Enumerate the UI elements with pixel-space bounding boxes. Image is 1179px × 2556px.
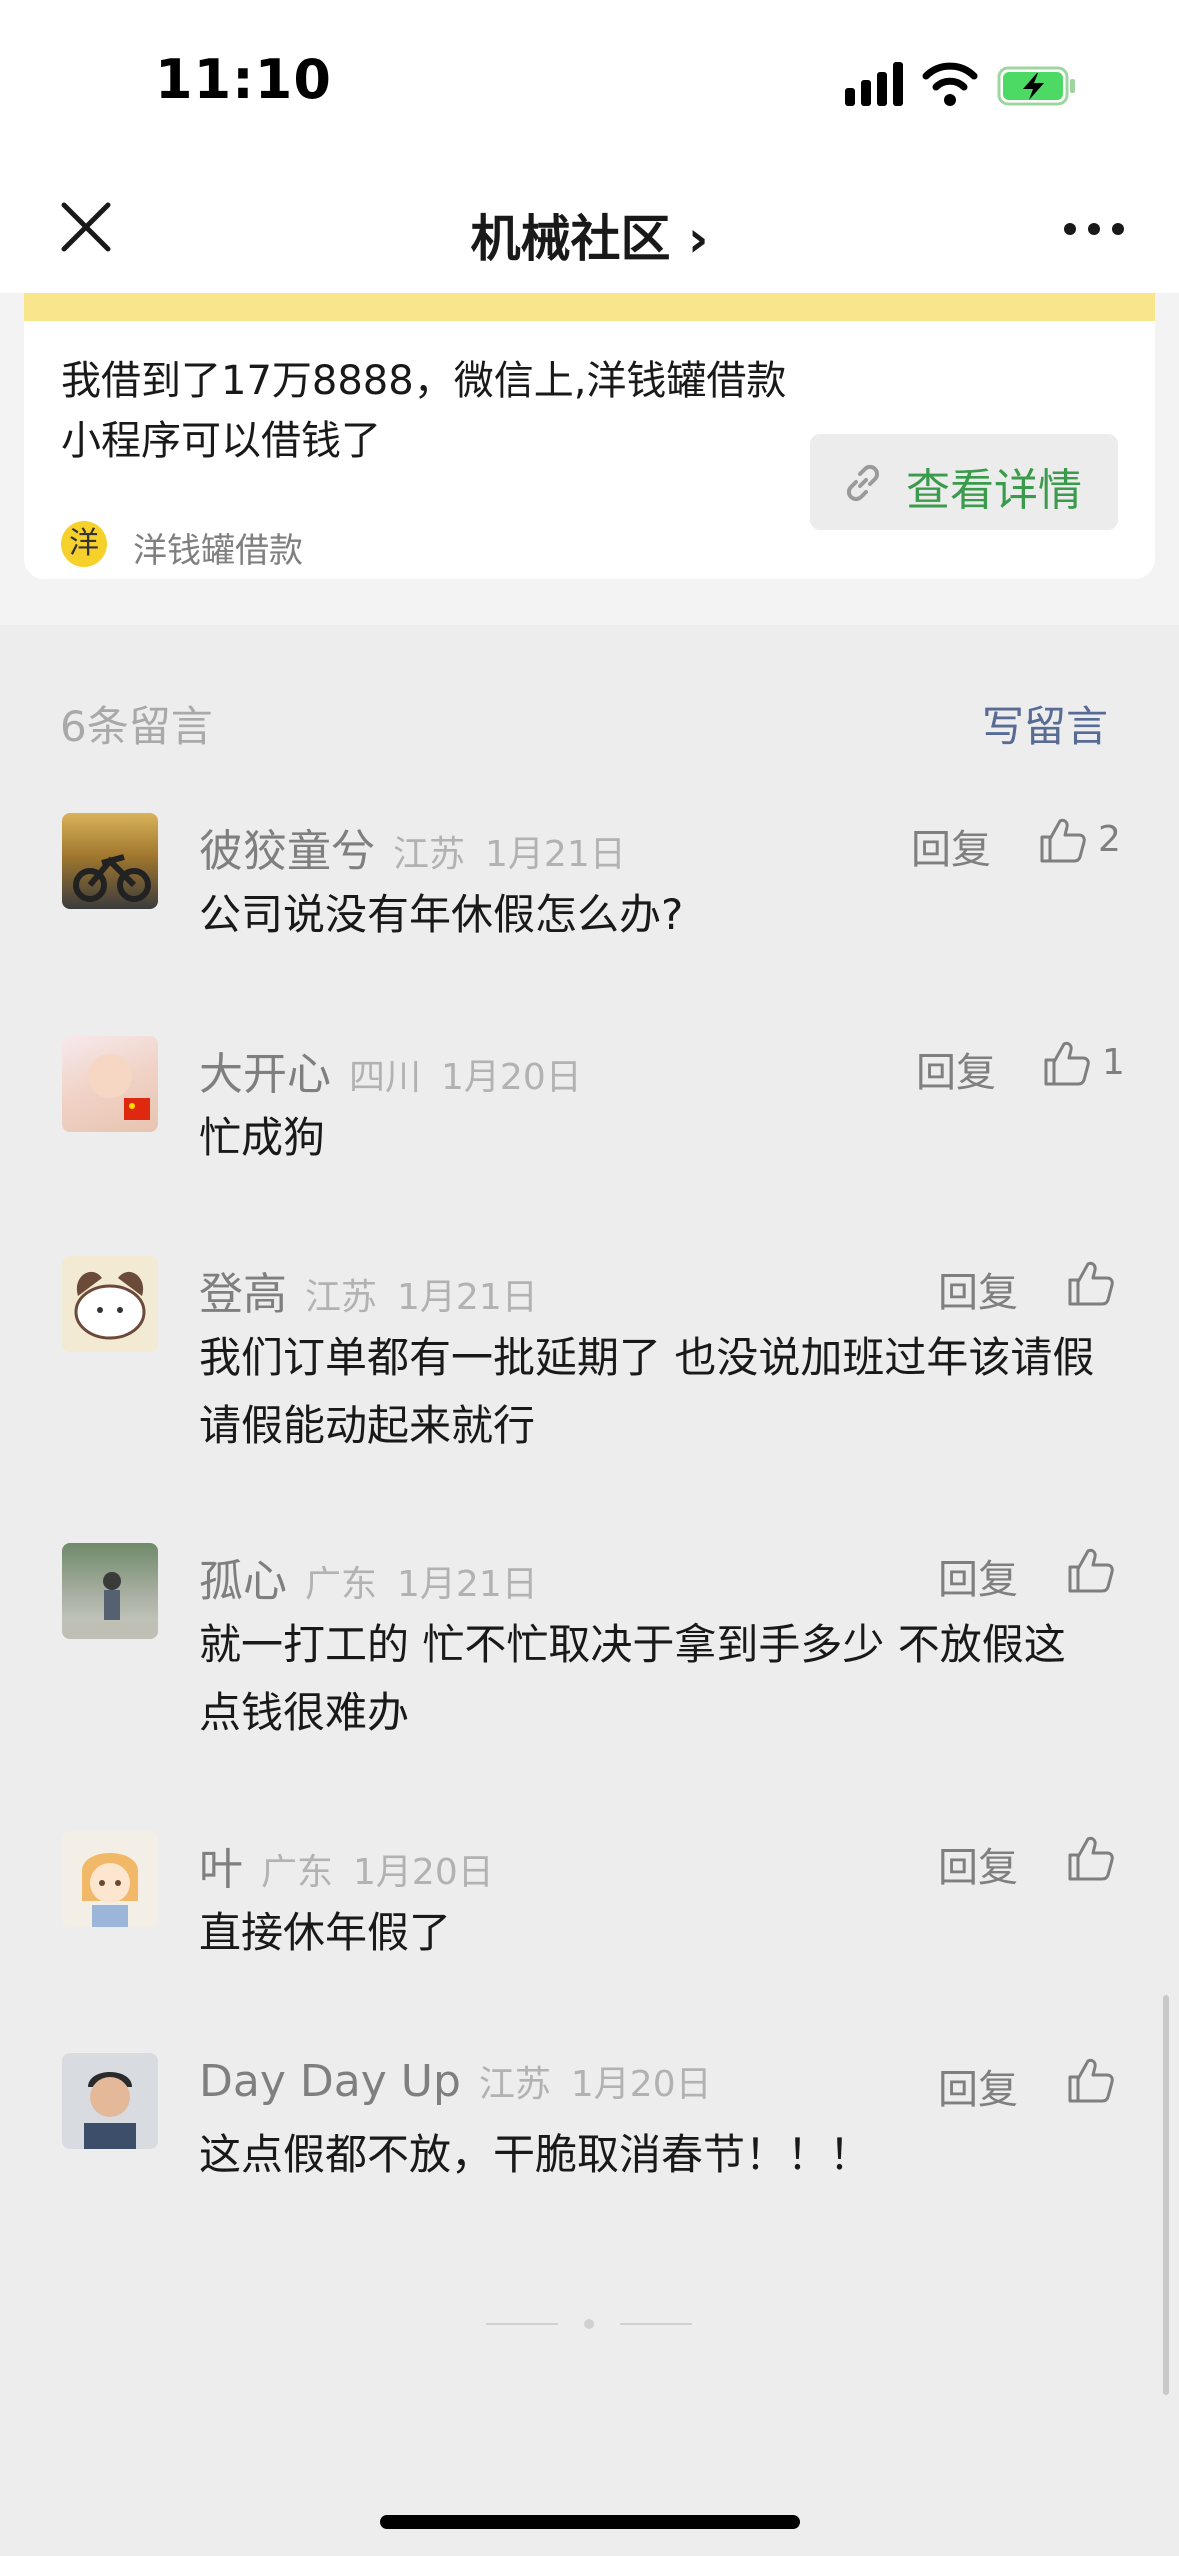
thumbs-up-icon	[1040, 818, 1086, 863]
author-name: 孤心	[199, 1556, 287, 1607]
avatar[interactable]	[62, 813, 158, 909]
avatar[interactable]	[62, 1256, 158, 1352]
author-name: 彼狡童兮	[199, 826, 375, 877]
comment-text: 就一打工的 忙不忙取决于拿到手多少 不放假这点钱很难办	[199, 1620, 1066, 1737]
comment-text: 这点假都不放，干脆取消春节！！！	[199, 2130, 872, 2179]
reply-button[interactable]: 回复	[938, 1547, 1018, 1605]
write-comment-button[interactable]: 写留言	[982, 693, 1108, 754]
page-title[interactable]: 机械社区 ›	[0, 199, 1179, 271]
thumbs-up-icon	[1068, 2058, 1114, 2103]
nav-bar: 机械社区 ›	[0, 175, 1179, 294]
author-location: 四川	[349, 1057, 422, 1098]
battery-charging-icon	[997, 66, 1075, 106]
avatar[interactable]	[62, 1543, 158, 1639]
wifi-icon	[922, 62, 978, 106]
comment-text: 忙成狗	[199, 1113, 326, 1162]
author-location: 江苏	[478, 2064, 551, 2105]
avatar[interactable]	[62, 1831, 158, 1927]
status-time: 11:10	[155, 48, 332, 111]
page: 11:10 机械社区 › 我借到了17万8888，微信上,洋钱罐借款小程序可以借…	[0, 0, 1179, 2556]
thumbs-up-icon	[1044, 1041, 1090, 1086]
author-location: 江苏	[393, 834, 466, 875]
reply-button[interactable]: 回复	[938, 1260, 1018, 1318]
author-name: 大开心	[199, 1049, 331, 1100]
home-indicator[interactable]	[380, 2515, 800, 2529]
ad-card[interactable]: 我借到了17万8888，微信上,洋钱罐借款小程序可以借钱了 洋 洋钱罐借款 查看…	[24, 321, 1155, 579]
end-of-list-indicator	[486, 2318, 694, 2330]
thumbs-up-icon	[1068, 1836, 1114, 1881]
avatar[interactable]	[62, 2053, 158, 2149]
comment-date: 1月20日	[441, 1057, 582, 1098]
comment-author: Day Day Up 江苏 1月20日	[199, 2055, 712, 2107]
comments-section: 6条留言 写留言 彼狡童兮 江苏 1月21日 回复 2 公司说没有年休假怎么办? 大…	[0, 625, 1179, 2556]
article-area: 我借到了17万8888，微信上,洋钱罐借款小程序可以借钱了 洋 洋钱罐借款 查看…	[0, 293, 1179, 625]
reply-button[interactable]: 回复	[916, 1040, 996, 1098]
thumbs-up-icon	[1068, 1548, 1114, 1593]
scrollbar[interactable]	[1163, 1995, 1169, 2395]
comment-text: 直接休年假了	[199, 1908, 452, 1957]
cellular-signal-icon	[845, 62, 907, 106]
comment-author: 叶广东 1月20日	[199, 1833, 494, 1897]
reply-button[interactable]: 回复	[938, 2057, 1018, 2115]
ad-text: 我借到了17万8888，微信上,洋钱罐借款小程序可以借钱了	[61, 358, 787, 464]
comment-date: 1月21日	[397, 1564, 538, 1605]
advertiser-logo-icon: 洋	[61, 521, 107, 567]
like-count: 2	[1098, 819, 1121, 860]
article-banner-strip	[24, 293, 1155, 321]
status-bar: 11:10	[0, 0, 1179, 175]
author-name: 叶	[199, 1844, 243, 1895]
comment-date: 1月20日	[570, 2064, 712, 2105]
more-options-icon[interactable]	[1062, 219, 1126, 239]
comment-date: 1月21日	[485, 834, 626, 875]
comment-count: 6条留言	[60, 702, 213, 751]
comment-author: 大开心 四川 1月20日	[199, 1038, 582, 1102]
view-details-label: 查看详情	[906, 465, 1082, 516]
view-details-button[interactable]: 查看详情	[810, 434, 1118, 530]
comment-author: 登高 江苏 1月21日	[199, 1258, 538, 1322]
reply-button[interactable]: 回复	[911, 817, 991, 875]
thumbs-up-icon	[1068, 1261, 1114, 1306]
author-name: Day Day Up	[199, 2056, 461, 2107]
like-count: 1	[1102, 1042, 1125, 1083]
comment-text: 我们订单都有一批延期了 也没说加班过年该请假请假能动起来就行	[199, 1333, 1095, 1450]
comment-date: 1月20日	[353, 1852, 494, 1893]
comment-text: 公司说没有年休假怎么办?	[199, 890, 684, 939]
link-icon	[846, 464, 880, 502]
author-location: 广东	[261, 1852, 334, 1893]
comment-date: 1月21日	[397, 1277, 538, 1318]
reply-button[interactable]: 回复	[938, 1835, 1018, 1893]
comment-author: 孤心 广东 1月21日	[199, 1545, 538, 1609]
author-location: 江苏	[305, 1277, 378, 1318]
ad-source-name: 洋钱罐借款	[133, 531, 303, 571]
author-location: 广东	[305, 1564, 378, 1605]
avatar[interactable]	[62, 1036, 158, 1132]
author-name: 登高	[199, 1269, 287, 1320]
comment-author: 彼狡童兮 江苏 1月21日	[199, 815, 626, 879]
